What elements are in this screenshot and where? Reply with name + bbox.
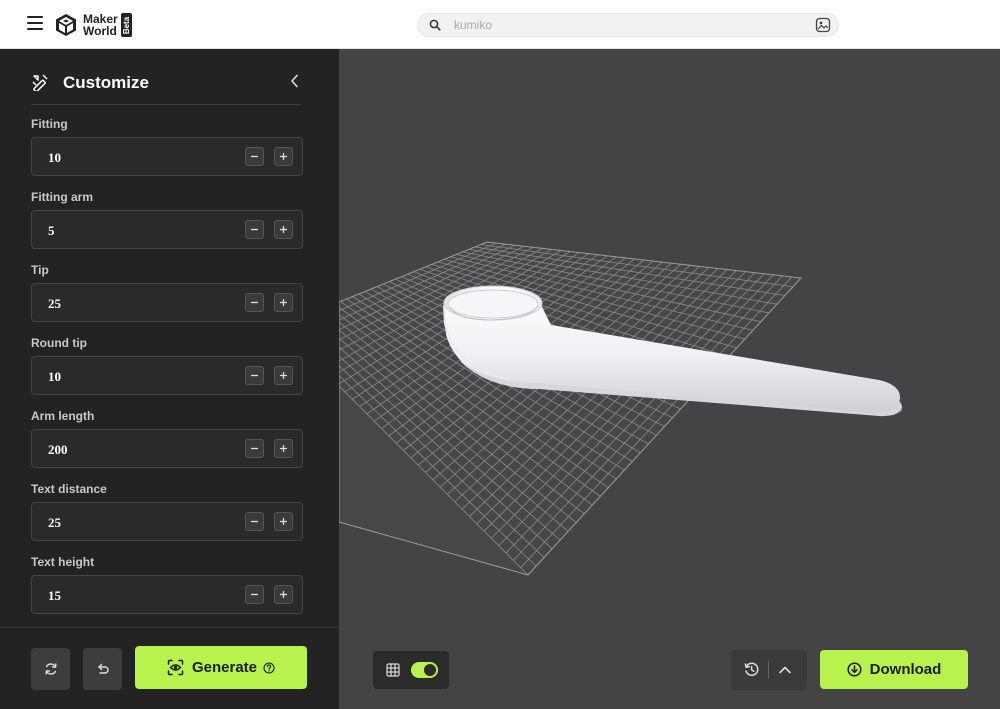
reset-button[interactable] — [31, 648, 70, 690]
param-value[interactable]: 15 — [48, 588, 61, 604]
param-input[interactable]: 10 — [31, 356, 303, 395]
search-input[interactable] — [454, 17, 794, 33]
increment-button[interactable] — [274, 439, 293, 458]
customize-sidebar: Customize Fitting 10 Fitting arm 5 Tip 2… — [0, 49, 339, 709]
minus-icon — [251, 155, 258, 158]
eye-scan-icon — [167, 659, 184, 676]
decrement-button[interactable] — [245, 147, 264, 166]
search-bar[interactable] — [417, 13, 839, 37]
param-label: Fitting — [31, 117, 68, 131]
param-tip: Tip 25 — [31, 263, 303, 322]
divider — [768, 661, 769, 679]
param-value[interactable]: 10 — [48, 369, 61, 385]
grid-toggle-group — [373, 651, 449, 689]
customize-icon — [32, 74, 48, 91]
param-label: Arm length — [31, 409, 95, 423]
decrement-button[interactable] — [245, 585, 264, 604]
param-label: Text distance — [31, 482, 107, 496]
refresh-icon — [45, 663, 57, 675]
undo-icon — [97, 663, 109, 674]
param-label: Fitting arm — [31, 190, 93, 204]
decrement-button[interactable] — [245, 512, 264, 531]
minus-icon — [251, 447, 258, 450]
plus-icon — [280, 372, 287, 379]
chevron-up-icon[interactable] — [778, 663, 792, 677]
plus-icon — [280, 153, 287, 160]
image-search-icon[interactable] — [815, 17, 831, 33]
param-value[interactable]: 10 — [48, 150, 61, 166]
logo-wordmark: Maker World — [83, 13, 118, 37]
decrement-button[interactable] — [245, 220, 264, 239]
toggle-knob — [424, 664, 436, 676]
param-fitting: Fitting 10 — [31, 117, 303, 176]
generate-button[interactable]: Generate — [135, 646, 307, 689]
increment-button[interactable] — [274, 220, 293, 239]
build-plate-grid — [339, 241, 803, 576]
logo-cube-icon — [56, 14, 76, 36]
help-icon[interactable] — [263, 661, 275, 674]
increment-button[interactable] — [274, 512, 293, 531]
minus-icon — [251, 520, 258, 523]
param-value[interactable]: 5 — [48, 223, 55, 239]
plus-icon — [280, 591, 287, 598]
param-fitting-arm: Fitting arm 5 — [31, 190, 303, 249]
param-round-tip: Round tip 10 — [31, 336, 303, 395]
history-controls — [731, 650, 807, 690]
3d-viewport[interactable]: Download — [339, 49, 1000, 709]
minus-icon — [251, 374, 258, 377]
download-button[interactable]: Download — [820, 650, 968, 689]
increment-button[interactable] — [274, 293, 293, 312]
increment-button[interactable] — [274, 585, 293, 604]
generate-label: Generate — [191, 659, 258, 676]
plus-icon — [280, 445, 287, 452]
param-label: Tip — [31, 263, 49, 277]
param-input[interactable]: 200 — [31, 429, 303, 468]
grid-toggle-switch[interactable] — [411, 662, 438, 678]
increment-button[interactable] — [274, 366, 293, 385]
sidebar-title: Customize — [63, 73, 149, 92]
increment-button[interactable] — [274, 147, 293, 166]
param-value[interactable]: 200 — [48, 442, 68, 458]
makerworld-logo[interactable]: Maker World Beta — [54, 13, 132, 37]
plus-icon — [280, 226, 287, 233]
plus-icon — [280, 299, 287, 306]
param-arm-length: Arm length 200 — [31, 409, 303, 468]
beta-badge-label: Beta — [121, 16, 131, 34]
param-value[interactable]: 25 — [48, 296, 61, 312]
logo-line-2: World — [83, 24, 117, 38]
download-label: Download — [869, 661, 942, 678]
param-input[interactable]: 15 — [31, 575, 303, 614]
param-label: Round tip — [31, 336, 87, 350]
plus-icon — [280, 518, 287, 525]
param-input[interactable]: 25 — [31, 502, 303, 541]
param-input[interactable]: 25 — [31, 283, 303, 322]
top-header: Maker World Beta — [0, 0, 1000, 49]
minus-icon — [251, 228, 258, 231]
param-value[interactable]: 25 — [48, 515, 61, 531]
decrement-button[interactable] — [245, 439, 264, 458]
minus-icon — [251, 593, 258, 596]
history-icon[interactable] — [743, 661, 760, 678]
minus-icon — [251, 301, 258, 304]
chevron-left-icon[interactable] — [289, 74, 301, 88]
param-text-distance: Text distance 25 — [31, 482, 303, 541]
decrement-button[interactable] — [245, 293, 264, 312]
3d-scene[interactable] — [339, 49, 1000, 709]
search-icon — [429, 19, 441, 31]
sidebar-footer: Generate — [0, 627, 339, 709]
sidebar-header: Customize — [31, 71, 301, 105]
param-text-height: Text height 15 — [31, 555, 303, 614]
download-icon — [847, 662, 862, 677]
param-input[interactable]: 5 — [31, 210, 303, 249]
decrement-button[interactable] — [245, 366, 264, 385]
grid-icon — [386, 663, 400, 677]
param-input[interactable]: 10 — [31, 137, 303, 176]
param-label: Text height — [31, 555, 95, 569]
hamburger-icon[interactable] — [27, 16, 43, 32]
undo-button[interactable] — [83, 648, 122, 690]
beta-badge: Beta — [120, 13, 132, 37]
